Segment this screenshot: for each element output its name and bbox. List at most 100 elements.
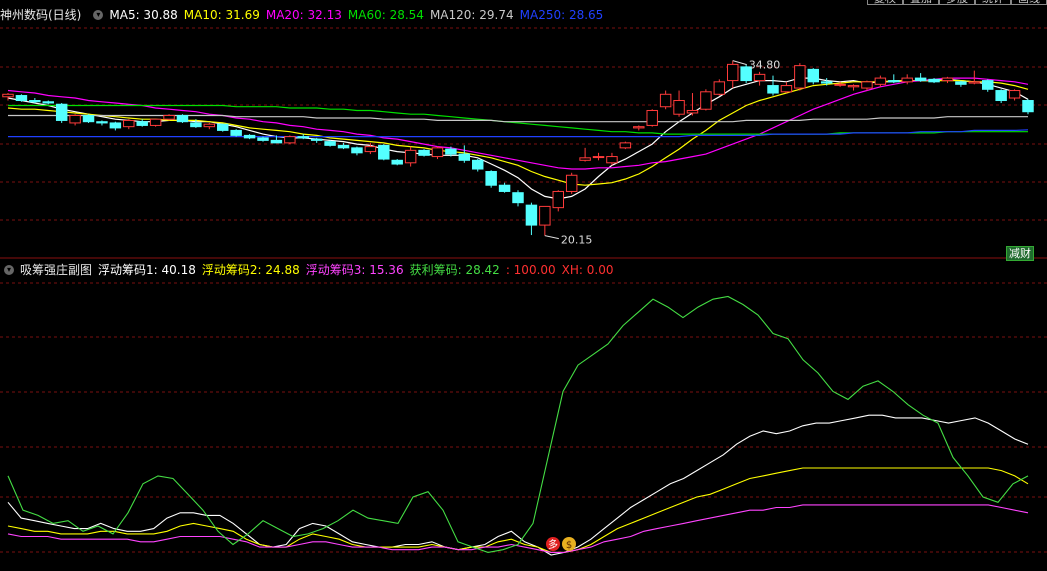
indicator-line-2	[7, 467, 1029, 553]
toolbar-tabs: 复权叠加多股统计画线	[867, 0, 1047, 5]
candle	[163, 114, 175, 121]
candle-body	[941, 77, 954, 82]
ma-legend-item: MA20: 32.13	[265, 8, 342, 22]
chevron-down-icon[interactable]: ▾	[93, 10, 104, 20]
candle	[995, 89, 1007, 104]
candle-body	[861, 81, 873, 89]
candle-body	[659, 93, 672, 108]
indicator-legend-item: 浮动筹码2: 24.88	[201, 263, 300, 277]
candle	[982, 79, 994, 92]
candle	[123, 119, 135, 130]
candle-body	[780, 85, 793, 93]
ma-legend-item: MA120: 29.74	[429, 8, 514, 22]
low-price-label: 20.15	[561, 234, 593, 247]
candle-body	[820, 81, 833, 84]
ma-legend: MA5: 30.88 MA10: 31.69 MA20: 32.13 MA60: 28…	[109, 7, 609, 23]
toolbar-tab[interactable]: 统计	[975, 0, 1011, 5]
candle	[96, 120, 108, 126]
candle	[136, 119, 148, 127]
ma-legend-item: MA5: 30.88	[109, 8, 178, 22]
candle-body	[472, 159, 484, 170]
candle	[203, 122, 216, 130]
candle	[968, 70, 981, 85]
candle	[82, 114, 95, 123]
toolbar-tab[interactable]: 复权	[867, 0, 903, 5]
stock-title[interactable]: 神州数码(日线)	[0, 7, 81, 23]
candle-body	[404, 149, 417, 164]
candle-body	[55, 103, 68, 121]
toolbar-tab[interactable]: 画线	[1011, 0, 1047, 5]
candle-body	[297, 136, 309, 139]
candle-body	[190, 122, 202, 128]
candle-body	[874, 77, 887, 85]
candle	[941, 76, 954, 84]
candle	[807, 68, 819, 85]
candle	[928, 78, 940, 84]
candle-body	[834, 83, 846, 86]
buy-signal-label: 多	[548, 538, 558, 551]
toolbar-tab[interactable]: 多股	[939, 0, 975, 5]
indicator-title[interactable]: 吸筹强庄副图	[20, 262, 92, 278]
toolbar-tab[interactable]: 叠加	[903, 0, 939, 5]
candle-body	[525, 204, 538, 226]
candle-body	[713, 81, 726, 95]
ma-line-ma250	[8, 129, 1029, 138]
candle-body	[364, 146, 377, 153]
ma-line-ma5	[7, 77, 1029, 200]
candle-body	[310, 138, 323, 141]
candle	[888, 74, 900, 84]
candle-body	[243, 134, 256, 139]
candle-body	[230, 129, 242, 136]
candle	[458, 145, 471, 163]
indicator-legend: 浮动筹码1: 40.18 浮动筹码2: 24.88 浮动筹码3: 15.36 获利筹码…	[98, 262, 619, 278]
chevron-down-icon[interactable]: ▾	[4, 265, 14, 275]
candle-body	[579, 157, 591, 161]
candle	[217, 123, 229, 132]
ma-legend-item: MA60: 28.54	[347, 8, 424, 22]
candle-body	[646, 109, 658, 126]
candle	[512, 190, 524, 207]
candle-body	[1022, 100, 1034, 113]
candle	[2, 93, 14, 101]
candle	[418, 149, 430, 157]
candle-body	[42, 101, 54, 104]
candle-body	[686, 109, 699, 114]
candle-body	[807, 68, 819, 83]
candle-body	[324, 141, 336, 146]
candle-body	[767, 85, 779, 94]
candle-body	[619, 142, 632, 149]
candle-body	[539, 205, 551, 226]
indicator-legend-item: : 100.00	[505, 263, 556, 277]
candle-body	[431, 147, 444, 158]
indicator-line-1	[7, 414, 1029, 556]
candle-body	[968, 81, 981, 84]
indicator-legend-item: 获利筹码: 28.42	[409, 263, 500, 277]
top-toolbar-strip: 复权叠加多股统计画线	[0, 0, 1047, 6]
candle	[727, 60, 739, 89]
candle	[243, 134, 256, 140]
candle-body	[257, 137, 269, 141]
candle	[646, 109, 658, 127]
candle	[42, 100, 54, 105]
candle	[633, 125, 645, 131]
candle-body	[955, 81, 967, 85]
candle	[1008, 89, 1021, 101]
candle-body	[109, 122, 122, 129]
candle-body	[136, 121, 148, 126]
candle-body	[888, 80, 900, 83]
candle	[55, 103, 68, 123]
candle	[780, 81, 793, 94]
candle-body	[794, 65, 806, 89]
candle-body	[498, 184, 511, 192]
candle-body	[69, 114, 81, 124]
main-panel-header: 神州数码(日线) ▾ MA5: 30.88 MA10: 31.69 MA20: 32…	[0, 7, 615, 23]
candle-body	[15, 95, 28, 102]
candle	[552, 190, 564, 212]
candle-body	[176, 114, 189, 123]
candle-body	[123, 119, 135, 128]
candle	[324, 140, 336, 147]
chart-canvas: 34.80 20.15 多 $	[0, 27, 1047, 556]
candle-body	[700, 91, 712, 110]
candle	[431, 146, 444, 160]
reduce-button[interactable]: 减财	[1006, 246, 1034, 261]
